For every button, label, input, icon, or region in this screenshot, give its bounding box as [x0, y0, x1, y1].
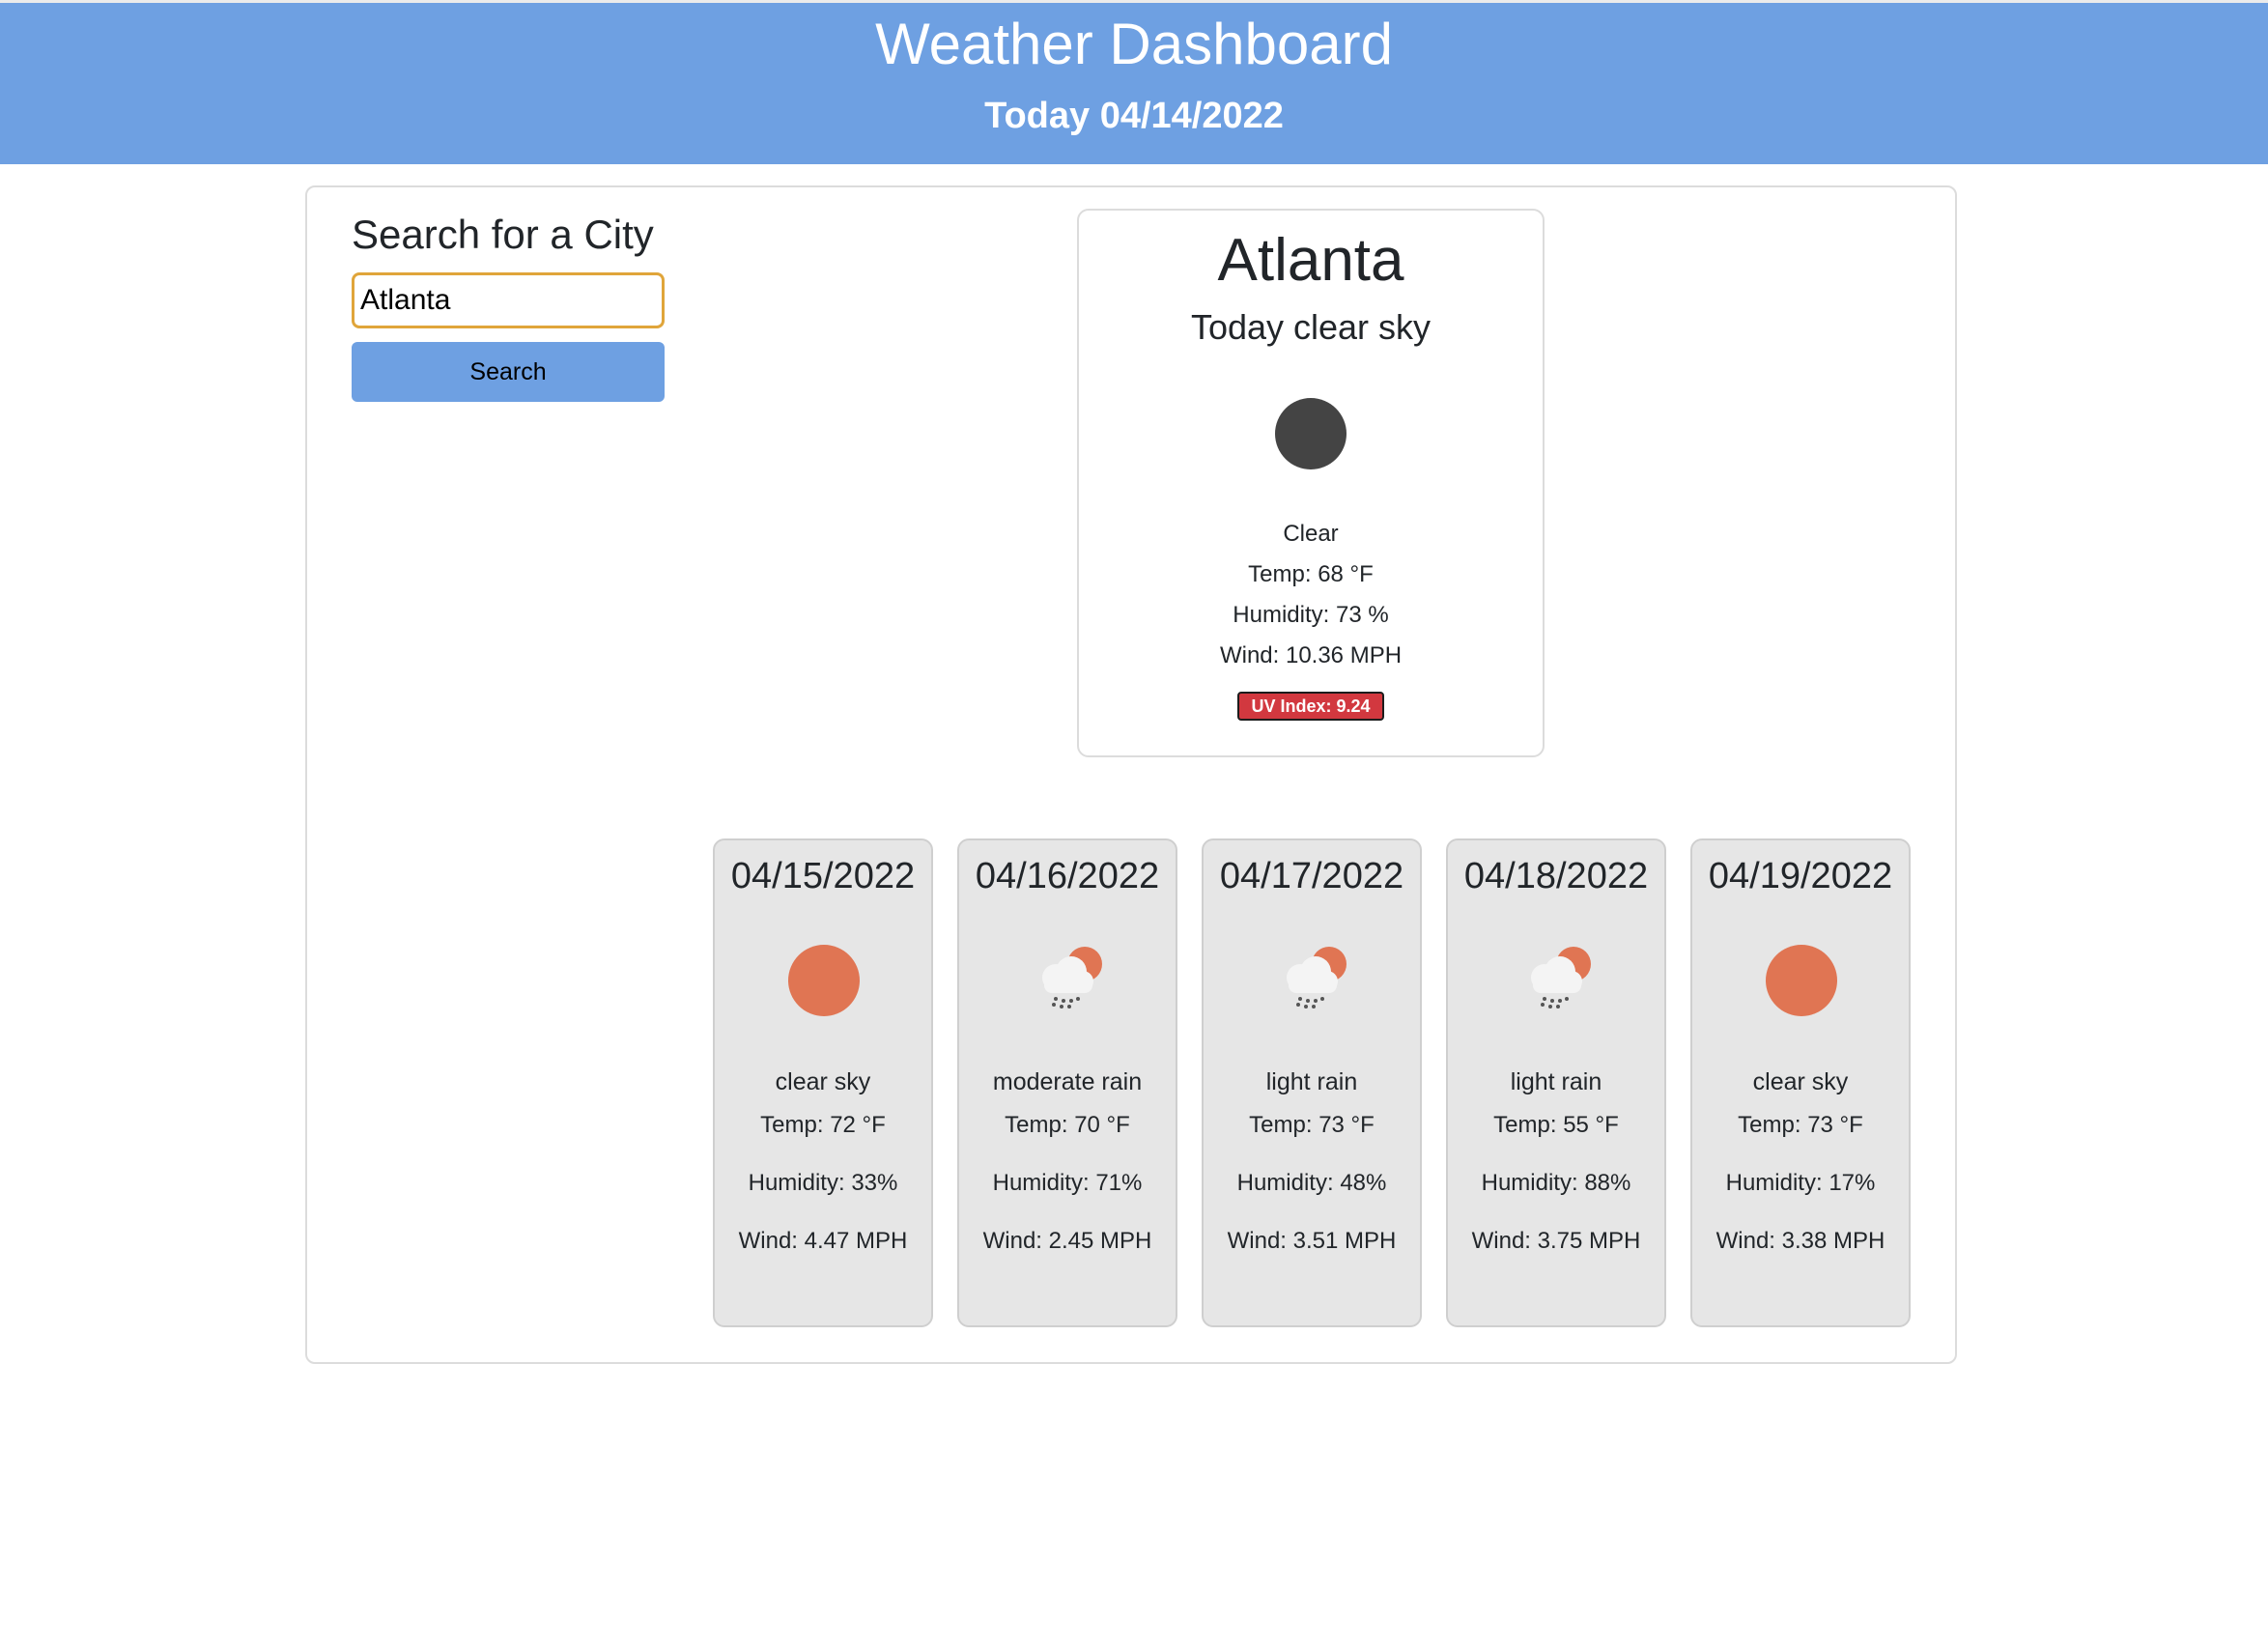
page-header: Weather Dashboard Today 04/14/2022 — [0, 0, 2268, 164]
forecast-temp: Temp: 55 °F — [1493, 1112, 1619, 1138]
forecast-temp: Temp: 72 °F — [760, 1112, 886, 1138]
rain-icon — [1287, 947, 1347, 1009]
rain-icon — [1042, 947, 1102, 1009]
clear-sky-night-icon — [1275, 398, 1347, 469]
forecast-humidity: Humidity: 88% — [1481, 1170, 1631, 1196]
uv-index-badge: UV Index: 9.24 — [1237, 692, 1384, 721]
today-description: Today clear sky — [1190, 307, 1432, 347]
forecast-description: clear sky — [1752, 1068, 1849, 1095]
current-weather-card: Atlanta Today clear sky Clear Temp: 68 °… — [1077, 209, 1545, 757]
forecast-date: 04/15/2022 — [730, 856, 916, 896]
forecast-temp: Temp: 73 °F — [1738, 1112, 1863, 1138]
city-name: Atlanta — [1217, 227, 1404, 294]
forecast-wind: Wind: 2.45 MPH — [982, 1228, 1152, 1254]
forecast-card: 04/19/2022 clear sky Temp: 73 °F Humidit… — [1690, 838, 1911, 1327]
forecast-temp: Temp: 70 °F — [1005, 1112, 1130, 1138]
city-search-input[interactable] — [352, 272, 665, 328]
forecast-humidity: Humidity: 33% — [748, 1170, 898, 1196]
forecast-date: 04/19/2022 — [1708, 856, 1893, 896]
forecast-card: 04/16/2022 moderate rain Temp: 70 °F Hum… — [957, 838, 1177, 1327]
forecast-humidity: Humidity: 17% — [1725, 1170, 1876, 1196]
forecast-wind: Wind: 4.47 MPH — [738, 1228, 908, 1254]
forecast-description: light rain — [1265, 1068, 1358, 1095]
current-temp: Temp: 68 °F — [1248, 561, 1374, 587]
current-date: Today 04/14/2022 — [984, 96, 1284, 136]
forecast-wind: Wind: 3.75 MPH — [1471, 1228, 1641, 1254]
forecast-date: 04/16/2022 — [975, 856, 1160, 896]
forecast-wind: Wind: 3.38 MPH — [1715, 1228, 1885, 1254]
sun-icon — [1766, 945, 1837, 1016]
forecast-description: moderate rain — [992, 1068, 1143, 1095]
current-condition: Clear — [1283, 521, 1339, 547]
forecast-card: 04/17/2022 light rain Temp: 73 °F Humidi… — [1202, 838, 1422, 1327]
search-button[interactable]: Search — [352, 342, 665, 402]
forecast-card: 04/15/2022 clear sky Temp: 72 °F Humidit… — [713, 838, 933, 1327]
forecast-date: 04/17/2022 — [1219, 856, 1404, 896]
forecast-date: 04/18/2022 — [1463, 856, 1649, 896]
forecast-description: clear sky — [775, 1068, 871, 1095]
forecast-description: light rain — [1510, 1068, 1602, 1095]
forecast-humidity: Humidity: 71% — [992, 1170, 1143, 1196]
page-title: Weather Dashboard — [875, 12, 1393, 76]
current-wind: Wind: 10.36 MPH — [1219, 642, 1403, 668]
sun-icon — [788, 945, 860, 1016]
current-humidity: Humidity: 73 % — [1233, 602, 1389, 628]
forecast-wind: Wind: 3.51 MPH — [1227, 1228, 1397, 1254]
main-panel: Search for a City Search Atlanta Today c… — [305, 185, 1957, 1364]
search-heading: Search for a City — [352, 212, 654, 257]
rain-icon — [1531, 947, 1591, 1009]
forecast-card: 04/18/2022 light rain Temp: 55 °F Humidi… — [1446, 838, 1666, 1327]
forecast-humidity: Humidity: 48% — [1236, 1170, 1387, 1196]
forecast-temp: Temp: 73 °F — [1249, 1112, 1375, 1138]
